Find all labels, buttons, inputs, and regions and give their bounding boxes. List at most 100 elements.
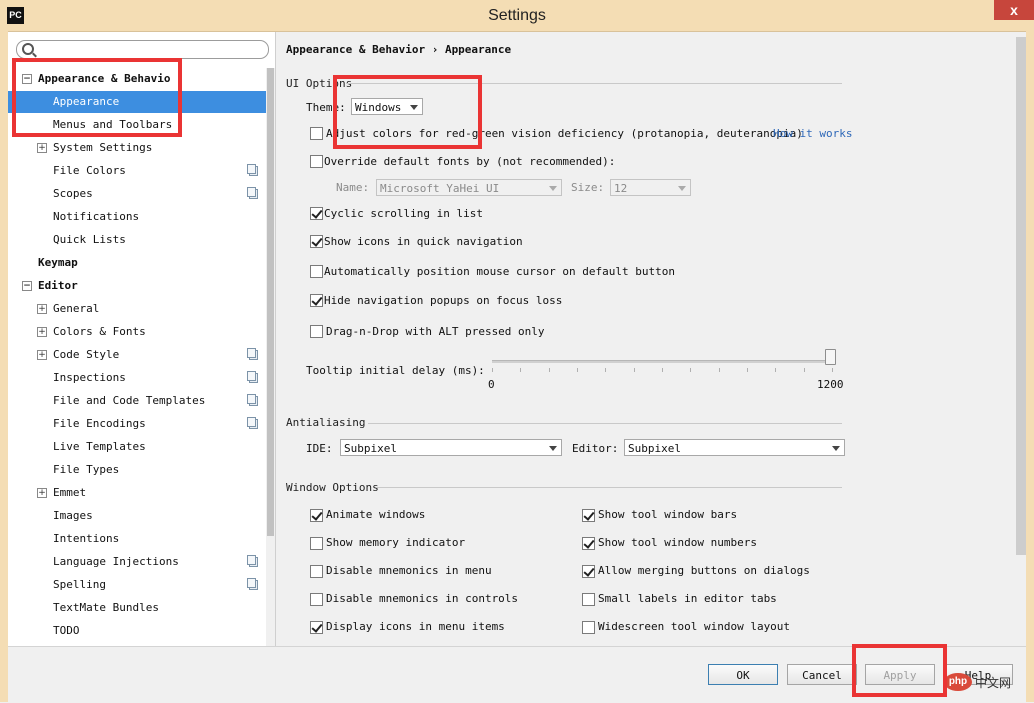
show-icons-checkbox[interactable] <box>310 235 323 248</box>
sidebar-item[interactable]: Language Injections <box>8 551 275 573</box>
sidebar-item[interactable]: Notifications <box>8 206 275 228</box>
sidebar-item[interactable]: + Colors & Fonts <box>8 321 275 343</box>
theme-select[interactable]: Windows <box>351 98 423 115</box>
php-logo: php <box>944 673 972 691</box>
expand-icon[interactable]: + <box>37 350 47 360</box>
cyclic-scrolling-checkbox[interactable] <box>310 207 323 220</box>
settings-sidebar: − Appearance & Behavio Appearance Menus and… <box>8 32 276 646</box>
slider-tick <box>634 368 635 372</box>
sidebar-item[interactable]: TextMate Bundles <box>8 597 275 619</box>
ok-button[interactable]: OK <box>708 664 778 685</box>
slider-tick <box>605 368 606 372</box>
show-tool-window-numbers-checkbox[interactable] <box>582 537 595 550</box>
sidebar-item-label: TextMate Bundles <box>53 601 159 614</box>
disable-mnemonics-controls-label: Disable mnemonics in controls <box>326 592 519 605</box>
sidebar-item[interactable]: File Encodings <box>8 413 275 435</box>
drag-n-drop-label: Drag-n-Drop with ALT pressed only <box>326 325 545 338</box>
sidebar-item[interactable]: + System Settings <box>8 137 275 159</box>
small-labels-checkbox[interactable] <box>582 593 595 606</box>
sidebar-item-label: Scopes <box>53 187 93 200</box>
font-name-select[interactable]: Microsoft YaHei UI <box>376 179 562 196</box>
sidebar-item[interactable]: TODO <box>8 620 275 642</box>
expand-icon[interactable]: + <box>37 143 47 153</box>
sidebar-item[interactable]: + General <box>8 298 275 320</box>
display-icons-menu-checkbox[interactable] <box>310 621 323 634</box>
slider-tick <box>662 368 663 372</box>
window-frame-right <box>1026 31 1034 702</box>
sidebar-item[interactable]: + Code Style <box>8 344 275 366</box>
sidebar-item[interactable]: − Appearance & Behavio <box>8 68 275 90</box>
sidebar-item[interactable]: Spelling <box>8 574 275 596</box>
sidebar-item[interactable]: Appearance <box>8 91 266 113</box>
tooltip-delay-slider[interactable] <box>492 360 832 363</box>
slider-tick <box>549 368 550 372</box>
sidebar-item[interactable]: File Colors <box>8 160 275 182</box>
allow-merging-checkbox[interactable] <box>582 565 595 578</box>
slider-tick <box>719 368 720 372</box>
auto-position-checkbox[interactable] <box>310 265 323 278</box>
tooltip-delay-slider-thumb[interactable] <box>825 349 836 365</box>
slider-tick <box>520 368 521 372</box>
ide-antialiasing-select[interactable]: Subpixel <box>340 439 562 456</box>
project-settings-icon <box>247 187 258 199</box>
hide-nav-popups-checkbox[interactable] <box>310 294 323 307</box>
cancel-button[interactable]: Cancel <box>787 664 857 685</box>
sidebar-item[interactable]: + Emmet <box>8 482 275 504</box>
sidebar-item[interactable]: Images <box>8 505 275 527</box>
collapse-icon[interactable]: − <box>22 74 32 84</box>
search-input[interactable] <box>39 42 261 56</box>
sidebar-item[interactable]: File and Code Templates <box>8 390 275 412</box>
disable-mnemonics-controls-checkbox[interactable] <box>310 593 323 606</box>
sidebar-scroll-thumb[interactable] <box>267 68 274 536</box>
adjust-colors-checkbox[interactable] <box>310 127 323 140</box>
show-tool-window-numbers-label: Show tool window numbers <box>598 536 757 549</box>
sidebar-item[interactable]: Menus and Toolbars <box>8 114 275 136</box>
close-button[interactable]: x <box>994 0 1034 20</box>
sidebar-item[interactable]: Quick Lists <box>8 229 275 251</box>
sidebar-item[interactable]: Inspections <box>8 367 275 389</box>
dialog-footer: OK Cancel Apply Help <box>8 646 1026 703</box>
sidebar-item-label: TODO <box>53 624 80 637</box>
slider-tick <box>775 368 776 372</box>
sidebar-item[interactable]: Scopes <box>8 183 275 205</box>
apply-button[interactable]: Apply <box>865 664 935 685</box>
override-fonts-checkbox[interactable] <box>310 155 323 168</box>
expand-icon[interactable]: + <box>37 304 47 314</box>
chevron-down-icon <box>678 186 686 191</box>
editor-antialiasing-value: Subpixel <box>628 442 681 455</box>
how-it-works-link[interactable]: How it works <box>773 127 852 140</box>
sidebar-item[interactable]: Live Templates <box>8 436 275 458</box>
sidebar-item-label: General <box>53 302 100 315</box>
slider-tick <box>492 368 493 372</box>
section-divider <box>346 83 842 84</box>
editor-antialiasing-select[interactable]: Subpixel <box>624 439 845 456</box>
ui-options-section-title: UI Options <box>286 77 353 90</box>
drag-n-drop-checkbox[interactable] <box>310 325 323 338</box>
show-icons-label: Show icons in quick navigation <box>324 235 523 248</box>
font-size-select[interactable]: 12 <box>610 179 691 196</box>
window-frame-left <box>0 31 8 702</box>
slider-tick <box>747 368 748 372</box>
animate-windows-checkbox[interactable] <box>310 509 323 522</box>
tooltip-max-value: 1200 <box>817 378 844 391</box>
expand-icon[interactable]: + <box>37 488 47 498</box>
sidebar-scrollbar[interactable] <box>266 68 275 646</box>
expand-icon[interactable]: + <box>37 327 47 337</box>
sidebar-item-label: Editor <box>38 279 78 292</box>
collapse-icon[interactable]: − <box>22 281 32 291</box>
search-box[interactable] <box>16 40 269 59</box>
show-tool-window-bars-checkbox[interactable] <box>582 509 595 522</box>
sidebar-item[interactable]: Keymap <box>8 252 275 274</box>
font-name-value: Microsoft YaHei UI <box>380 182 500 195</box>
project-settings-icon <box>247 394 258 406</box>
sidebar-item[interactable]: File Types <box>8 459 275 481</box>
show-memory-checkbox[interactable] <box>310 537 323 550</box>
widescreen-checkbox[interactable] <box>582 621 595 634</box>
disable-mnemonics-menu-checkbox[interactable] <box>310 565 323 578</box>
sidebar-item[interactable]: Intentions <box>8 528 275 550</box>
sidebar-item[interactable]: − Editor <box>8 275 275 297</box>
project-settings-icon <box>247 555 258 567</box>
slider-tick <box>577 368 578 372</box>
main-scrollbar[interactable] <box>1016 37 1026 555</box>
slider-tick <box>832 368 833 372</box>
